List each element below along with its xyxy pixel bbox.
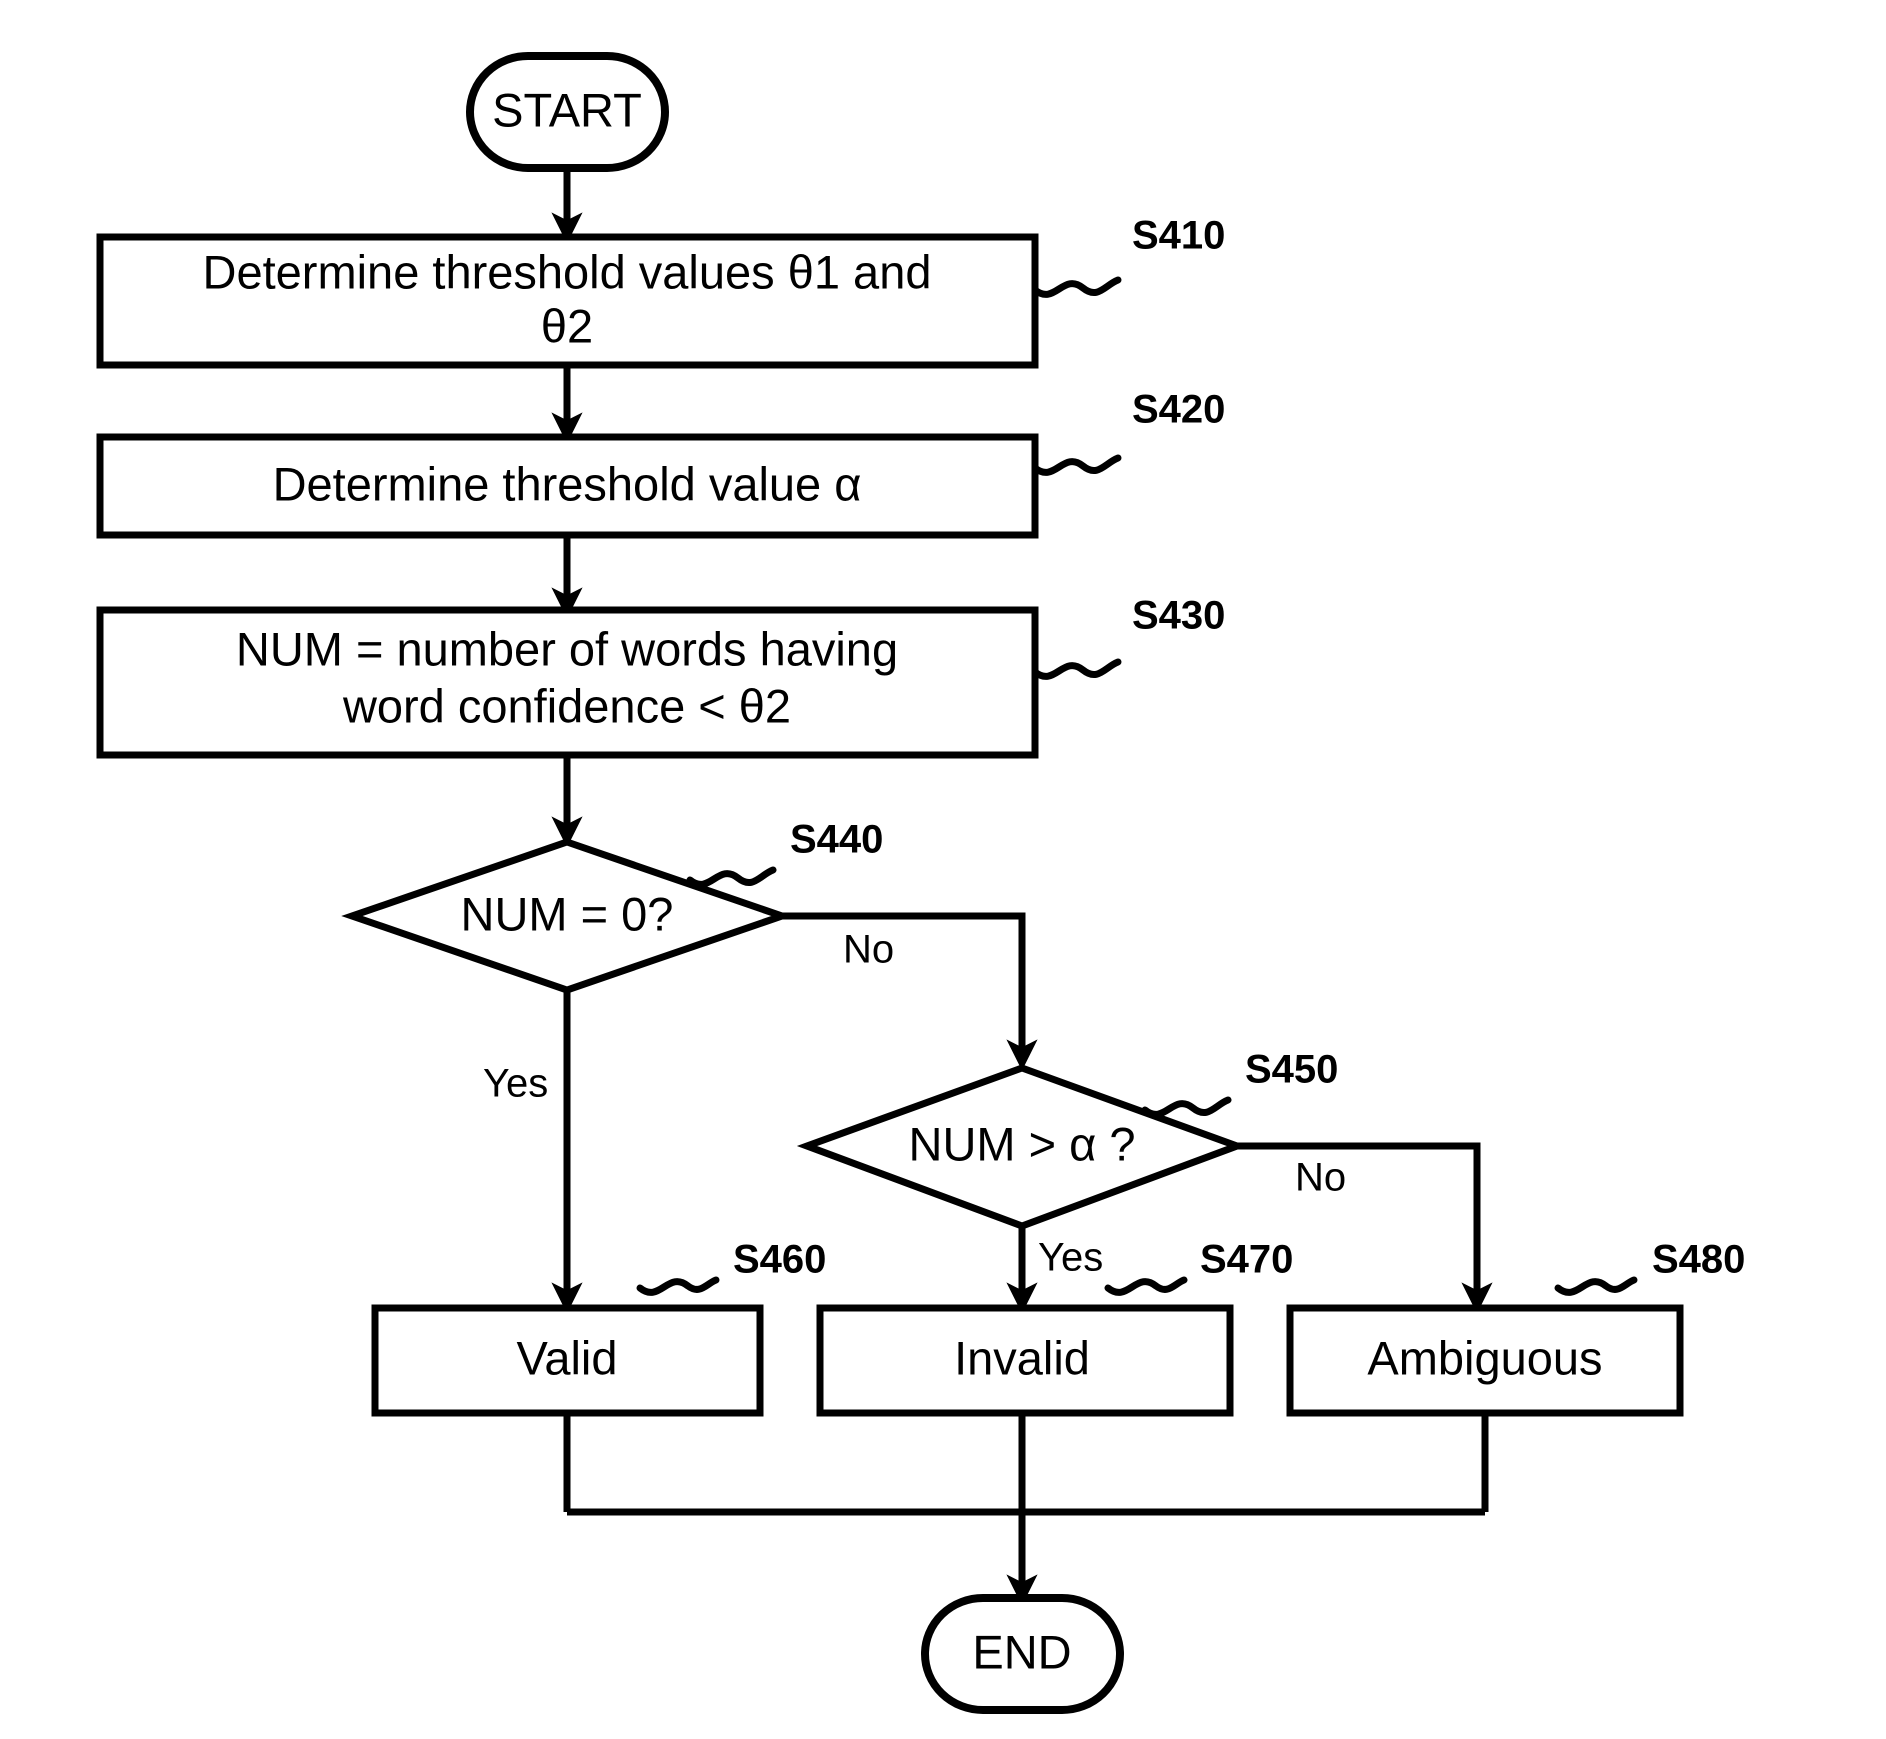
decision-diamond-s450: NUM > α ? <box>796 1064 1248 1230</box>
leader-squiggle-s450 <box>1141 1096 1232 1118</box>
step-label-s440: S440 <box>790 818 883 862</box>
step-label-s470: S470 <box>1200 1238 1293 1282</box>
connector-s440-no-to-s450 <box>782 912 1038 1071</box>
outcome-box-ambiguous: Ambiguous <box>1286 1304 1684 1417</box>
process-s420-line1: Determine threshold value α <box>273 457 862 510</box>
flowchart-canvas: START Determine threshold values θ1 and … <box>0 0 1886 1739</box>
outcome-ambiguous-text: Ambiguous <box>1367 1331 1602 1384</box>
outcome-invalid-text: Invalid <box>954 1331 1090 1384</box>
process-box-s430: NUM = number of words having word confid… <box>96 606 1039 759</box>
outcome-valid-text: Valid <box>516 1331 617 1384</box>
step-label-s430: S430 <box>1132 594 1225 638</box>
leader-squiggle-s420 <box>1031 454 1122 476</box>
decision-s440-text: NUM = 0? <box>461 887 674 940</box>
start-terminal: START <box>466 52 669 172</box>
decision-s450-text: NUM > α ? <box>909 1117 1136 1170</box>
leader-squiggle-s410 <box>1031 276 1122 298</box>
process-s430-line2: word confidence < θ2 <box>342 679 791 732</box>
start-terminal-label: START <box>492 83 642 136</box>
step-label-s480: S480 <box>1652 1238 1745 1282</box>
leader-squiggle-s480 <box>1554 1276 1638 1296</box>
step-label-s420: S420 <box>1132 388 1225 432</box>
leader-squiggle-s460 <box>636 1276 720 1296</box>
process-box-s420: Determine threshold value α <box>96 433 1039 539</box>
process-s410-line2: θ2 <box>541 299 593 352</box>
branch-label-s450-no: No <box>1295 1156 1346 1200</box>
leader-squiggle-s470 <box>1104 1276 1188 1296</box>
outcome-box-valid: Valid <box>371 1304 764 1417</box>
branch-label-s450-yes: Yes <box>1038 1236 1103 1280</box>
leader-squiggle-s430 <box>1031 658 1122 680</box>
process-box-s410: Determine threshold values θ1 and θ2 <box>96 233 1039 369</box>
outcome-box-invalid: Invalid <box>816 1304 1234 1417</box>
step-label-s410: S410 <box>1132 214 1225 258</box>
step-label-s460: S460 <box>733 1238 826 1282</box>
end-terminal-label: END <box>972 1625 1071 1678</box>
decision-diamond-s440: NUM = 0? <box>341 838 793 994</box>
flowchart-svg: START Determine threshold values θ1 and … <box>96 52 1745 1714</box>
branch-label-s440-no: No <box>843 928 894 972</box>
branch-label-s440-yes: Yes <box>483 1062 548 1106</box>
leader-squiggle-s440 <box>686 866 777 888</box>
process-s430-line1: NUM = number of words having <box>236 622 898 675</box>
process-s410-line1: Determine threshold values θ1 and <box>203 245 932 298</box>
end-terminal: END <box>921 1594 1124 1714</box>
step-label-s450: S450 <box>1245 1048 1338 1092</box>
